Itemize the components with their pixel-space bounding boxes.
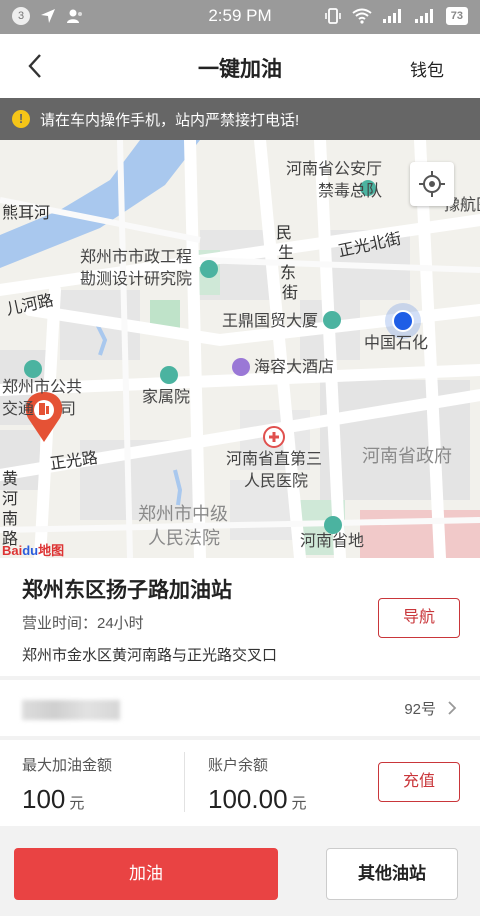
signal-icon-2	[414, 9, 433, 23]
recharge-button[interactable]: 充值	[378, 762, 460, 802]
wallet-link[interactable]: 钱包	[410, 56, 444, 81]
fuel-type-value: 92号	[404, 701, 436, 718]
page-title: 一键加油	[198, 58, 282, 81]
signal-icon	[382, 9, 401, 23]
navigate-button[interactable]: 导航	[378, 598, 460, 638]
app-header: 一键加油 钱包	[0, 34, 480, 98]
map-label: 勘测设计研究院	[80, 271, 193, 288]
balance-label: 账户余额	[208, 757, 269, 774]
balance-value: 100.00 元	[208, 784, 307, 814]
chevron-right-icon	[448, 701, 457, 715]
amounts-panel: 最大加油金额 100 元 账户余额 100.00 元 充值	[0, 740, 480, 826]
map-label: 王鼎国贸大厦	[222, 313, 319, 330]
station-name: 郑州东区扬子路加油站	[22, 579, 232, 602]
station-address: 郑州市金水区黄河南路与正光路交叉口	[22, 647, 278, 664]
warning-banner: ! 请在车内操作手机，站内严禁接打电话!	[0, 98, 480, 140]
station-card: 郑州东区扬子路加油站 营业时间：24小时 郑州市金水区黄河南路与正光路交叉口 导…	[0, 558, 480, 676]
map-label: 海容大酒店	[254, 359, 335, 376]
status-bar: 3 2:59 PM 73	[0, 0, 480, 34]
battery-icon: 73	[445, 7, 468, 25]
map-label: 司	[60, 401, 77, 418]
map-label: 中国石化	[364, 335, 429, 352]
map-label: 郑州市中级	[138, 504, 228, 524]
map-label: 河南省公安厅	[286, 161, 383, 178]
map-label: 郑州市公共	[2, 379, 83, 396]
map-label: 民	[276, 225, 293, 242]
map-label: 河南省直第三	[226, 451, 323, 468]
map-label: 禁毒总队	[318, 183, 383, 200]
map-label: 河南省政府	[362, 446, 452, 466]
max-amount-value: 100 元	[22, 784, 85, 814]
map-label: 家属院	[142, 389, 191, 406]
map-label: 街	[282, 285, 299, 302]
map-label: 黄	[2, 471, 19, 488]
map-label: 熊耳河	[2, 205, 51, 222]
map-label: 河南省地	[300, 533, 365, 550]
locate-button[interactable]	[410, 162, 454, 206]
fuel-type-row[interactable]: 92号	[0, 680, 480, 736]
map-label: 郑州市市政工程	[80, 249, 193, 266]
blurred-plate	[22, 700, 120, 720]
station-hours: 营业时间：24小时	[22, 615, 144, 632]
baidu-map-logo: Baidu地图	[2, 543, 65, 558]
map-label: 东	[280, 265, 297, 282]
warning-text: 请在车内操作手机，站内严禁接打电话!	[40, 111, 300, 129]
map-label: 南	[2, 511, 19, 528]
warning-icon: !	[12, 110, 30, 128]
map-label: 交通	[2, 401, 35, 418]
map-label: 人民医院	[244, 473, 309, 490]
refuel-button[interactable]: 加油	[14, 848, 278, 900]
back-icon[interactable]	[22, 52, 50, 80]
wifi-icon	[352, 8, 372, 24]
map-label: 生	[278, 245, 295, 262]
map-view[interactable]: 熊耳河 河南省公安厅 禁毒总队 豫航医 郑州市市政工程 勘测设计研究院 民 生 …	[0, 140, 480, 558]
poi-office-icon	[200, 260, 218, 278]
crosshair-icon	[419, 171, 445, 197]
divider	[184, 752, 185, 812]
bottom-actions: 加油 其他油站	[0, 826, 480, 916]
map-label: 河	[2, 491, 19, 508]
map-label: 人民法院	[148, 528, 220, 548]
max-amount-label: 最大加油金额	[22, 757, 113, 774]
other-stations-button[interactable]: 其他油站	[326, 848, 458, 900]
vibrate-icon	[324, 8, 341, 24]
